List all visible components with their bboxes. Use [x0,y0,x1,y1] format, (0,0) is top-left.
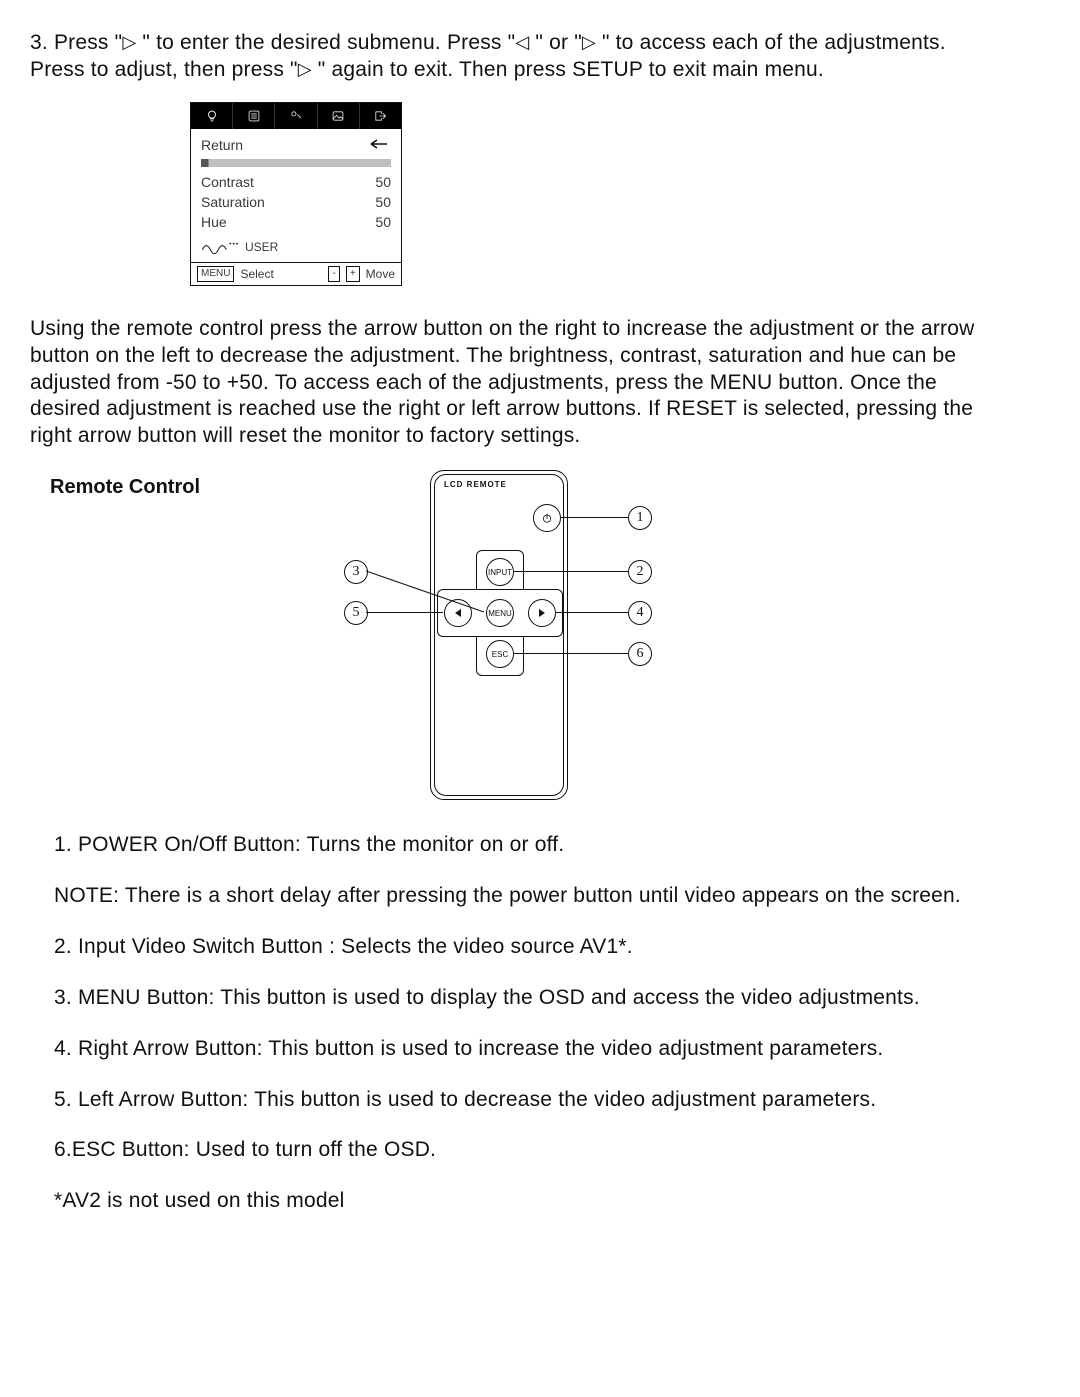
callout-number: 6 [628,642,652,666]
remote-control-heading: Remote Control [50,470,280,499]
callout-number: 2 [628,560,652,584]
usage-paragraph: Using the remote control press the arrow… [30,316,990,450]
minus-button: - [328,266,339,282]
def-1: 1. POWER On/Off Button: Turns the monito… [54,832,966,859]
value: 50 [375,214,391,230]
callout-number: 4 [628,601,652,625]
remote-label: LCD REMOTE [444,480,507,489]
label: Hue [201,214,227,230]
osd-slider [201,159,391,167]
label: Contrast [201,174,254,190]
footnote: *AV2 is not used on this model [54,1188,966,1215]
right-arrow-button [528,599,556,627]
osd-row: Saturation 50 [201,192,391,212]
tools-icon [275,103,317,129]
osd-panel: Return Contrast 50 Saturation 50 Hue 50 [190,102,402,286]
def-2: 2. Input Video Switch Button : Selects t… [54,934,966,961]
sliders-icon [233,103,275,129]
right-triangle-icon: ▷ [582,32,596,52]
label: Saturation [201,194,265,210]
menu-button: MENU [197,266,234,282]
def-3: 3. MENU Button: This button is used to d… [54,985,966,1012]
def-6: 6.ESC Button: Used to turn off the OSD. [54,1137,966,1164]
lead-line [366,560,496,620]
osd-row: Hue 50 [201,212,391,232]
step-3-paragraph: 3. Press "▷ " to enter the desired subme… [30,30,990,84]
value: 50 [375,194,391,210]
remote-control-section: Remote Control LCD REMOTE INPUT MENU ESC… [50,470,990,810]
label: USER [245,240,278,254]
plus-button: + [346,266,360,282]
label: Move [366,267,395,281]
value: 50 [375,174,391,190]
def-5: 5. Left Arrow Button: This button is use… [54,1087,966,1114]
power-button [533,504,561,532]
right-triangle-icon: ▷ [298,59,312,79]
osd-tab-bar [191,103,401,129]
def-4: 4. Right Arrow Button: This button is us… [54,1036,966,1063]
osd-figure: Return Contrast 50 Saturation 50 Hue 50 [190,102,990,286]
image-icon [318,103,360,129]
remote-diagram: LCD REMOTE INPUT MENU ESC 1 2 4 6 [320,470,880,810]
osd-user-row: USER [191,232,401,262]
esc-button: ESC [486,640,514,668]
def-note: NOTE: There is a short delay after press… [54,883,966,910]
wave-icon [201,238,241,256]
bulb-icon [191,103,233,129]
back-arrow-icon [369,137,391,153]
text: 3. Press " [30,31,122,54]
text: " to enter the desired submenu. Press " [136,31,515,54]
right-triangle-icon: ▷ [122,32,136,52]
osd-body: Return Contrast 50 Saturation 50 Hue 50 [191,129,401,232]
label: Return [201,137,243,153]
osd-footer: MENU Select - + Move [191,262,401,285]
text: " again to exit. Then press SETUP to exi… [312,58,824,81]
callout-number: 1 [628,506,652,530]
definitions: 1. POWER On/Off Button: Turns the monito… [54,832,966,1215]
label: Select [240,267,273,281]
callout-number: 3 [344,560,368,584]
osd-row-return: Return [201,135,391,155]
text: " or " [529,31,582,54]
callout-number: 5 [344,601,368,625]
left-triangle-icon: ◁ [515,32,529,52]
exit-icon [360,103,401,129]
osd-row: Contrast 50 [201,172,391,192]
